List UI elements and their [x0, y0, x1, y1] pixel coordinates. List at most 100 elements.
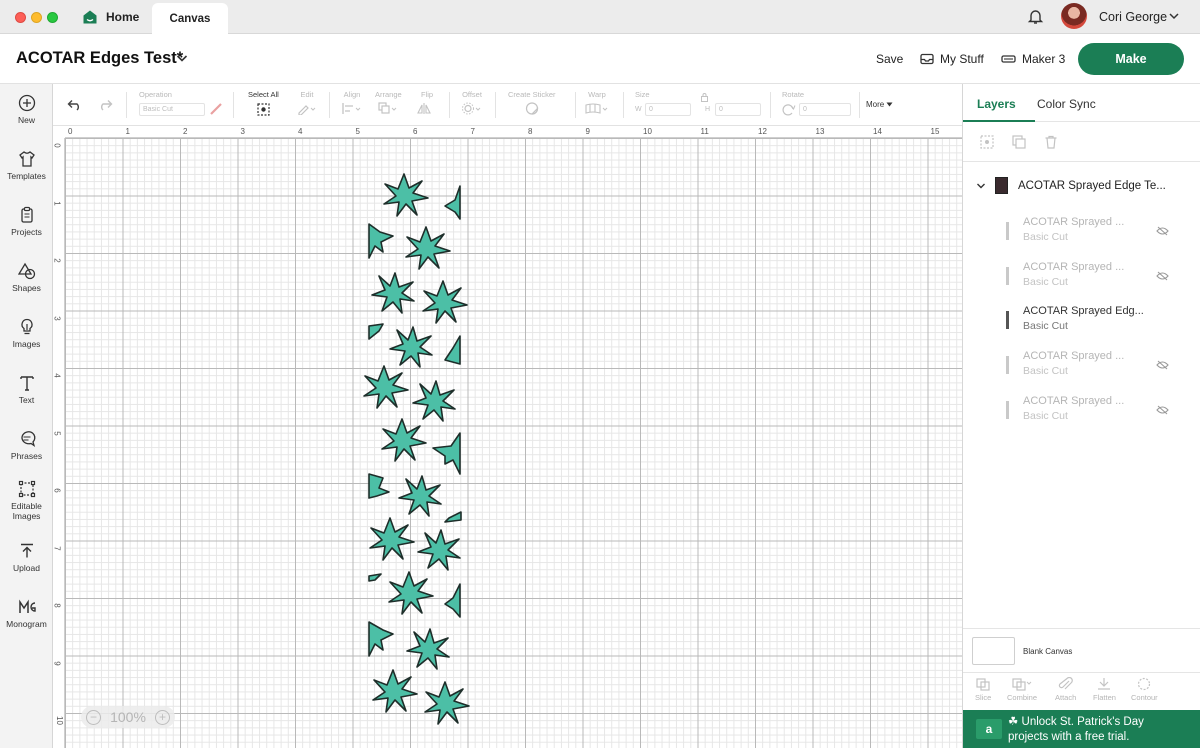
pen-color-icon[interactable]: [209, 102, 223, 116]
sidebar-item-label: Shapes: [12, 283, 41, 293]
tab-layers[interactable]: Layers: [977, 97, 1016, 111]
width-field[interactable]: 0: [645, 103, 691, 116]
zoom-in-button[interactable]: +: [155, 709, 170, 725]
ruler-left-number: 6: [53, 488, 62, 493]
sidebar-item-monogram[interactable]: Monogram: [0, 598, 53, 629]
zoom-window-button[interactable]: [47, 12, 58, 23]
sidebar-item-images[interactable]: Images: [0, 318, 53, 349]
edit-label: Edit: [300, 90, 314, 99]
blank-canvas-swatch[interactable]: [972, 637, 1015, 665]
ruler-left-number: 1: [53, 200, 62, 206]
chevron-down-icon[interactable]: [176, 54, 188, 63]
combine-label: Combine: [1007, 693, 1038, 702]
ruler-left-number: 2: [53, 258, 62, 263]
warp-group[interactable]: Warp: [585, 90, 609, 120]
ruler-top-number: 12: [758, 127, 767, 136]
trash-icon[interactable]: [1043, 134, 1059, 150]
height-field[interactable]: 0: [715, 103, 761, 116]
more-label: More: [866, 100, 885, 109]
project-title[interactable]: ACOTAR Edges Test*: [16, 49, 183, 68]
make-button[interactable]: Make: [1078, 43, 1184, 75]
layer-item[interactable]: ACOTAR Sprayed ... Basic Cut: [1006, 216, 1193, 243]
combine-icon: [1012, 678, 1032, 691]
my-stuff-button[interactable]: My Stuff: [920, 52, 984, 66]
hidden-eye-icon[interactable]: [1156, 271, 1169, 281]
hidden-eye-icon[interactable]: [1156, 226, 1169, 236]
edit-toolbar: Operation Basic Cut Select All Edit Alig…: [53, 84, 962, 126]
offset-group[interactable]: Offset: [461, 90, 483, 120]
attach-label: Attach: [1055, 693, 1077, 702]
hidden-eye-icon[interactable]: [1156, 360, 1169, 370]
design-canvas[interactable]: 0 1 2 3 4 5 6 7 8 9 10 11 12 13 14 15 0 1 2 3 4 5 6 7 8 9 10: [53, 126, 962, 748]
slice-button[interactable]: Slice: [975, 677, 991, 702]
create-sticker-group[interactable]: Create Sticker: [508, 90, 556, 120]
rotate-value: 0: [803, 106, 807, 113]
operation-select[interactable]: Basic Cut: [139, 103, 205, 116]
duplicate-icon[interactable]: [1011, 134, 1027, 150]
sidebar-item-label: Projects: [11, 227, 42, 237]
chevron-down-icon[interactable]: [1168, 11, 1180, 21]
height-value: 0: [719, 106, 723, 113]
redo-icon[interactable]: [97, 99, 113, 111]
arrange-group[interactable]: Arrange: [375, 90, 402, 120]
avatar[interactable]: [1061, 3, 1087, 29]
undo-icon[interactable]: [67, 99, 83, 111]
project-header: ACOTAR Edges Test* Save My Stuff Maker 3…: [0, 34, 1200, 84]
notifications-button[interactable]: [1027, 8, 1044, 30]
layer-item-active[interactable]: ACOTAR Sprayed Edg... Basic Cut: [1006, 305, 1193, 332]
machine-select-button[interactable]: Maker 3: [1001, 52, 1065, 66]
chevron-down-icon[interactable]: [976, 182, 986, 190]
contour-button[interactable]: Contour: [1131, 677, 1158, 702]
ruler-top-number: 10: [643, 127, 652, 136]
attach-button[interactable]: Attach: [1055, 677, 1076, 702]
more-button[interactable]: More: [866, 100, 893, 109]
sidebar-item-text[interactable]: Text: [0, 374, 53, 405]
minimize-window-button[interactable]: [31, 12, 42, 23]
promo-banner[interactable]: a ☘ Unlock St. Patrick's Day projects wi…: [963, 710, 1200, 748]
sidebar-item-phrases[interactable]: Phrases: [0, 430, 53, 461]
sidebar-item-editable-images[interactable]: Editable Images: [0, 480, 53, 521]
shirt-icon: [18, 151, 35, 167]
sidebar-item-new[interactable]: New: [0, 94, 53, 125]
lock-icon[interactable]: [700, 92, 709, 102]
tab-canvas[interactable]: Canvas: [152, 3, 228, 34]
layer-operation: Basic Cut: [1023, 320, 1068, 332]
zoom-out-button[interactable]: −: [86, 709, 101, 725]
ruler-top-number: 13: [815, 127, 825, 136]
save-button[interactable]: Save: [876, 52, 903, 66]
tab-color-sync[interactable]: Color Sync: [1037, 97, 1096, 111]
flip-group[interactable]: Flip: [417, 90, 437, 120]
operation-value: Basic Cut: [143, 106, 173, 113]
ruler-top-number: 15: [930, 127, 940, 136]
layer-item[interactable]: ACOTAR Sprayed ... Basic Cut: [1006, 350, 1193, 377]
layer-operations-bar: Slice Combine Attach Flatten Contour: [963, 672, 1200, 708]
sidebar-item-projects[interactable]: Projects: [0, 206, 53, 237]
layer-thumbnail: [1006, 267, 1009, 285]
close-window-button[interactable]: [15, 12, 26, 23]
blank-canvas-row[interactable]: Blank Canvas: [963, 628, 1200, 672]
layer-item[interactable]: ACOTAR Sprayed ... Basic Cut: [1006, 395, 1193, 422]
ruler-top-number: 5: [355, 127, 360, 136]
tab-home[interactable]: Home: [78, 0, 151, 34]
group-icon[interactable]: [979, 134, 995, 150]
layer-actions-bar: [963, 122, 1200, 162]
align-group[interactable]: Align: [341, 90, 363, 120]
layer-group-row[interactable]: ACOTAR Sprayed Edge Te...: [963, 176, 1200, 198]
combine-button[interactable]: Combine: [1007, 677, 1037, 702]
sidebar-item-shapes[interactable]: Shapes: [0, 262, 53, 293]
layer-item[interactable]: ACOTAR Sprayed ... Basic Cut: [1006, 261, 1193, 288]
design-artwork[interactable]: [53, 126, 962, 748]
sidebar-item-upload[interactable]: Upload: [0, 542, 53, 573]
sidebar-item-label: Text: [18, 395, 35, 405]
user-name[interactable]: Cori George: [1099, 10, 1167, 24]
select-all-group[interactable]: Select All: [248, 90, 279, 122]
rotate-field[interactable]: 0: [799, 103, 851, 116]
sidebar-item-label: Editable Images: [11, 501, 42, 521]
flatten-button[interactable]: Flatten: [1093, 677, 1116, 702]
panel-tabs: Layers Color Sync: [963, 84, 1200, 122]
edit-group[interactable]: Edit: [297, 90, 317, 120]
design-panel-sidebar: New Templates Projects Shapes Images Tex…: [0, 84, 53, 748]
hidden-eye-icon[interactable]: [1156, 405, 1169, 415]
zoom-value: 100%: [110, 709, 146, 725]
sidebar-item-templates[interactable]: Templates: [0, 150, 53, 181]
